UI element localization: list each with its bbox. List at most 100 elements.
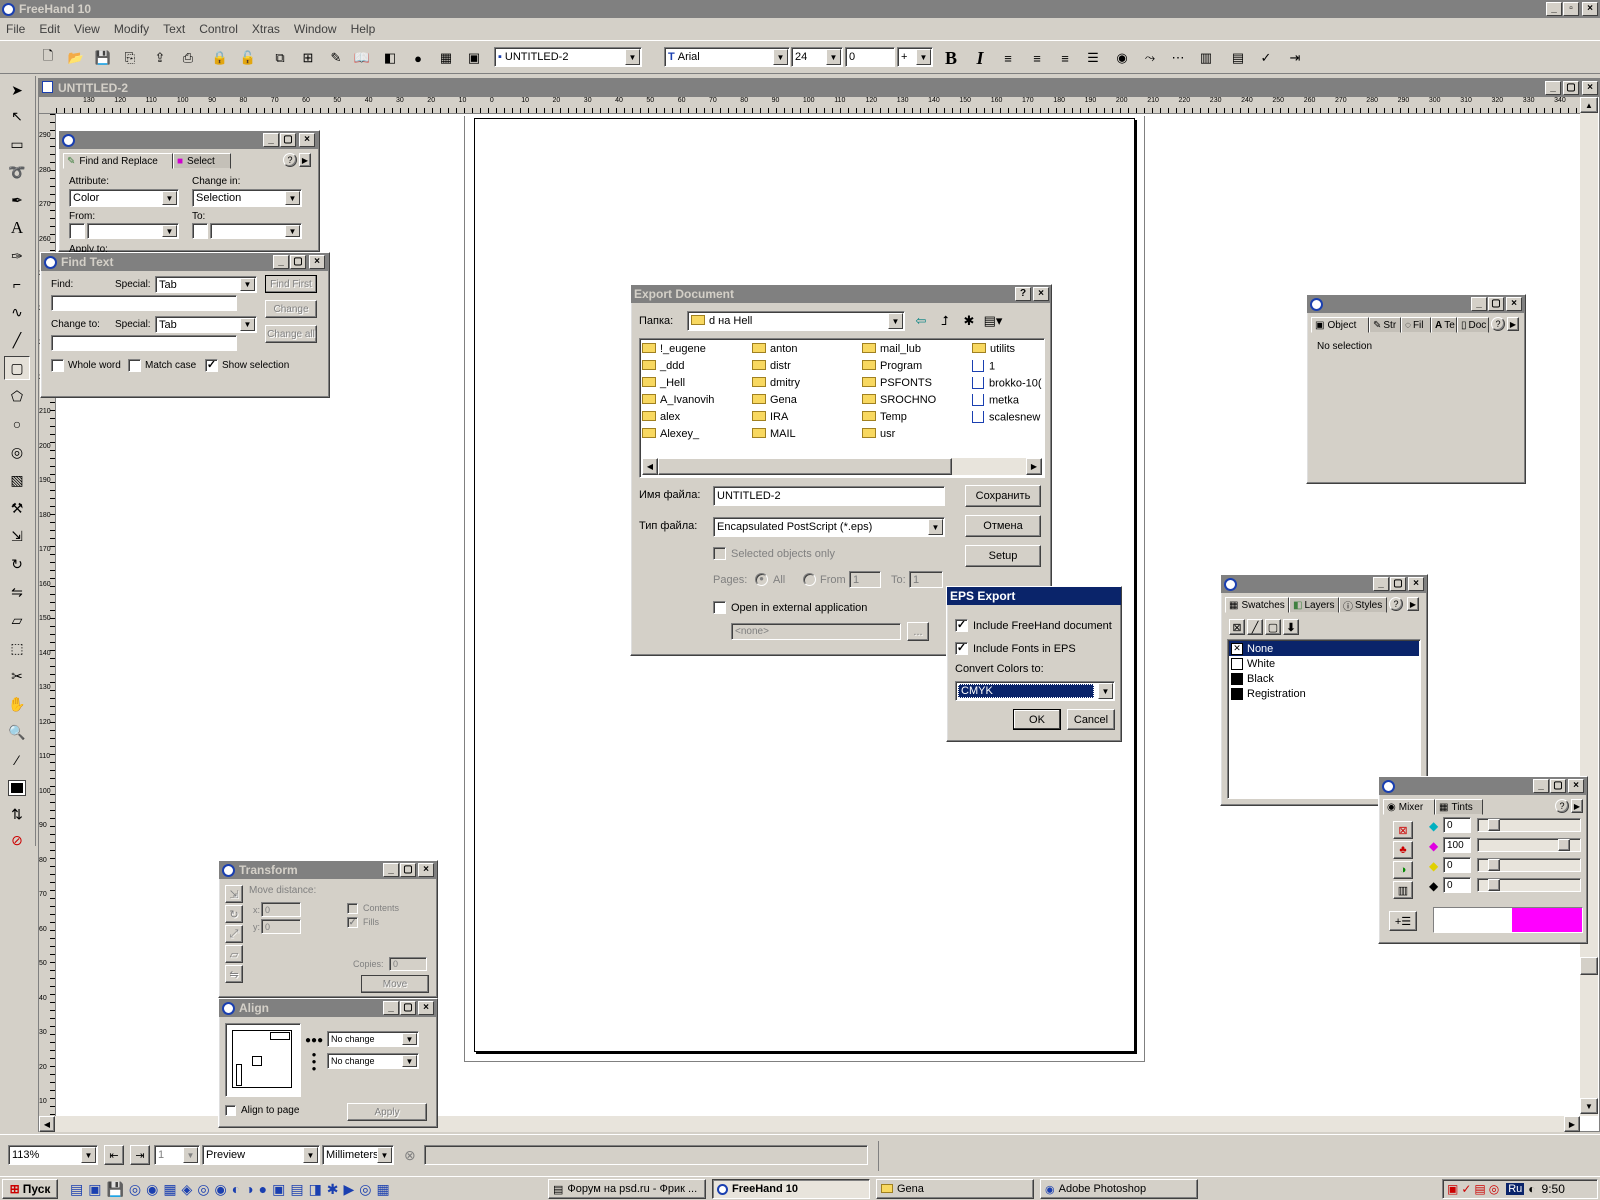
copies-input[interactable]: 0 <box>389 957 427 971</box>
file-list-item[interactable]: anton <box>752 343 858 355</box>
object-close-button[interactable]: × <box>1506 297 1522 311</box>
align-minimize-button[interactable]: _ <box>383 1001 399 1015</box>
cyan-slider[interactable] <box>1477 818 1581 832</box>
rotate-mode-icon[interactable]: ↻ <box>225 905 243 923</box>
eps-cancel-button[interactable]: Cancel <box>1067 709 1115 730</box>
swatch-item-registration[interactable]: Registration <box>1229 686 1419 701</box>
scale-mode-icon[interactable]: ⤢ <box>225 925 243 943</box>
new-folder-icon[interactable]: ✱ <box>959 311 979 331</box>
library-icon[interactable]: 📖 <box>352 48 372 68</box>
to-page-input[interactable]: 1 <box>909 571 943 588</box>
indent-icon[interactable]: ⇥ <box>1285 48 1305 68</box>
zoom-tool-icon[interactable]: 🔍 <box>4 720 30 744</box>
filename-input[interactable]: UNTITLED-2 <box>713 486 945 506</box>
align-right-icon[interactable]: ≡ <box>1055 48 1075 68</box>
ok-button[interactable]: OK <box>1013 709 1061 730</box>
tab-fill[interactable]: ◌ Fil <box>1401 317 1431 333</box>
system-mode-icon[interactable]: ▥ <box>1393 881 1413 899</box>
tab-document[interactable]: ▯ Doc <box>1457 317 1489 333</box>
mixer-close-button[interactable]: × <box>1568 779 1584 793</box>
file-list-item[interactable]: IRA <box>752 411 858 423</box>
apply-button[interactable]: Apply <box>347 1103 427 1121</box>
subselect-tool-icon[interactable]: ↖ <box>4 104 30 128</box>
menu-control[interactable]: Control <box>199 22 238 36</box>
cyan-input[interactable]: 0 <box>1443 817 1471 833</box>
find-text-maximize-button[interactable]: ▢ <box>290 255 306 269</box>
swatch-icon[interactable]: ▣ <box>464 48 484 68</box>
hls-mode-icon[interactable]: ◑ <box>1393 861 1413 879</box>
ungroup-icon[interactable]: ⊞ <box>298 48 318 68</box>
tab-tints[interactable]: ▦ Tints <box>1435 799 1483 815</box>
start-button[interactable]: ⊞ Пуск <box>2 1179 58 1199</box>
include-fonts-checkbox[interactable]: ✓ <box>955 642 968 655</box>
cmyk-mode-icon[interactable]: ⊠ <box>1393 821 1413 839</box>
menu-xtras[interactable]: Xtras <box>252 22 280 36</box>
whole-word-checkbox[interactable] <box>51 359 64 372</box>
new-icon[interactable]: 🗋 <box>38 48 58 68</box>
black-input[interactable]: 0 <box>1443 877 1471 893</box>
menu-edit[interactable]: Edit <box>39 22 60 36</box>
to-select[interactable]: ▼ <box>210 223 302 239</box>
scroll-up-icon[interactable]: ▲ <box>1580 97 1598 113</box>
yellow-input[interactable]: 0 <box>1443 857 1471 873</box>
text-editor-icon[interactable]: ▤ <box>1228 48 1248 68</box>
group-icon[interactable]: ⧉ <box>270 48 290 68</box>
scroll-down-icon[interactable]: ▼ <box>1580 1098 1598 1114</box>
filetype-select[interactable]: Encapsulated PostScript (*.eps) ▼ <box>713 517 945 537</box>
file-list-item[interactable]: alex <box>642 411 748 423</box>
next-page-icon[interactable]: ⇥ <box>130 1145 150 1165</box>
help-button[interactable]: ? <box>283 153 297 167</box>
grid-icon[interactable]: ▦ <box>436 48 456 68</box>
eraser-tool-icon[interactable]: ⁄ <box>4 748 30 772</box>
setup-button[interactable]: Setup <box>965 545 1041 567</box>
skew-tool-icon[interactable]: ▱ <box>4 608 30 632</box>
attach-text-icon[interactable]: ⤳ <box>1140 48 1160 68</box>
selected-only-checkbox[interactable] <box>713 547 726 560</box>
find-first-button[interactable]: Find First <box>265 275 317 293</box>
text-tool-icon[interactable]: A <box>4 216 30 240</box>
font-select[interactable]: T Arial ▼ <box>664 47 790 67</box>
doc-close-button[interactable]: × <box>1582 81 1598 95</box>
list-scroll-right-icon[interactable]: ▶ <box>1026 458 1042 475</box>
y-input[interactable]: 0 <box>261 919 301 934</box>
vertical-scrollbar[interactable]: ▲ ▼ <box>1580 97 1598 1116</box>
find-text-close-button[interactable]: × <box>309 255 325 269</box>
menu-modify[interactable]: Modify <box>114 22 149 36</box>
attribute-select[interactable]: Color ▼ <box>69 189 179 207</box>
align-center-icon[interactable]: ≡ <box>1027 48 1047 68</box>
task-gena[interactable]: Gena <box>876 1179 1034 1199</box>
colors-icon[interactable]: ● <box>408 48 428 68</box>
doc-maximize-button[interactable]: ▢ <box>1563 81 1579 95</box>
mixer-minimize-button[interactable]: _ <box>1533 779 1549 793</box>
graphic-hose-icon[interactable]: ⚒ <box>4 496 30 520</box>
move-mode-icon[interactable]: ⇲ <box>225 885 243 903</box>
list-scroll-left-icon[interactable]: ◀ <box>642 458 658 475</box>
object-help-button[interactable]: ? <box>1491 317 1505 331</box>
spiral-tool-icon[interactable]: ◎ <box>4 440 30 464</box>
file-list-item[interactable]: distr <box>752 360 858 372</box>
bezigon-tool-icon[interactable]: ⌐ <box>4 272 30 296</box>
include-freehand-checkbox[interactable]: ✓ <box>955 619 968 632</box>
reflect-tool-icon[interactable]: ⇋ <box>4 580 30 604</box>
mixer-menu-button[interactable]: ▶ <box>1571 799 1583 813</box>
panel-maximize-button[interactable]: ▢ <box>280 133 296 147</box>
spellcheck-icon[interactable]: ✓ <box>1256 48 1276 68</box>
convert-colors-select[interactable]: CMYK ▼ <box>955 681 1115 701</box>
file-list-item[interactable]: _ddd <box>642 360 748 372</box>
file-list-item[interactable]: PSFONTS <box>862 377 968 389</box>
document-select[interactable]: ▪ UNTITLED-2 ▼ <box>494 47 642 67</box>
freeform-tool-icon[interactable]: ∿ <box>4 300 30 324</box>
task-freehand[interactable]: FreeHand 10 <box>712 1179 870 1199</box>
swatch-fill-icon[interactable]: ▢ <box>1265 619 1281 635</box>
save-icon[interactable]: 💾 <box>93 48 113 68</box>
black-slider[interactable] <box>1477 878 1581 892</box>
tab-text[interactable]: A Te <box>1431 317 1457 333</box>
polygon-tool-icon[interactable]: ⬠ <box>4 384 30 408</box>
justify-icon[interactable]: ☰ <box>1083 48 1103 68</box>
list-scroll-thumb[interactable] <box>658 458 952 475</box>
menu-view[interactable]: View <box>74 22 100 36</box>
task-forum[interactable]: ▤ Форум на psd.ru - Фрик ... <box>548 1179 706 1199</box>
swatches-minimize-button[interactable]: _ <box>1373 577 1389 591</box>
print-icon[interactable]: ⎙ <box>178 48 198 68</box>
object-maximize-button[interactable]: ▢ <box>1488 297 1504 311</box>
